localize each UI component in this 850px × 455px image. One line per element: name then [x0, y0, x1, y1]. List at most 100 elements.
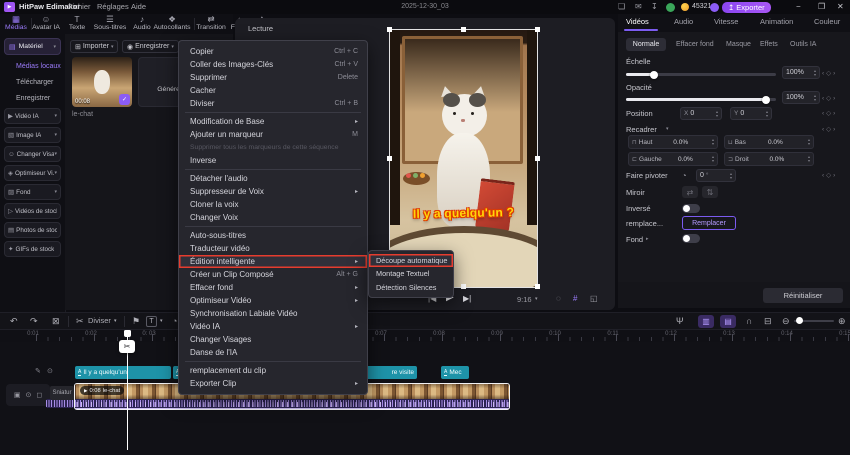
- sidebar-item-videos-de-stock[interactable]: ▷ Vidéos de stock: [4, 203, 61, 219]
- player-tab[interactable]: Lecture: [248, 24, 273, 33]
- aspect-ratio-select[interactable]: 9:16: [517, 295, 532, 304]
- divide-button[interactable]: Diviser: [88, 313, 111, 329]
- selection-handle[interactable]: [387, 156, 392, 161]
- stepper-icon[interactable]: ▴ ▾: [709, 138, 714, 145]
- pencil-icon[interactable]: ✎: [35, 367, 41, 375]
- playhead-scissors-badge[interactable]: ✂: [119, 340, 135, 353]
- video-canvas[interactable]: Il y a quelqu'un ?: [389, 29, 538, 288]
- stepper-icon[interactable]: ▴ ▾: [811, 69, 816, 76]
- background-toggle[interactable]: [682, 234, 700, 243]
- crop-left-field[interactable]: ⊏ Gauche 0.0% ▴ ▾: [628, 152, 718, 166]
- menu-item-traducteur-video[interactable]: Traducteur vidéo: [179, 242, 367, 255]
- trash-icon[interactable]: ⊠: [52, 313, 60, 329]
- sidebar-item-gifs-de-stock[interactable]: ✦ GIFs de stock: [4, 241, 61, 257]
- close-button[interactable]: ✕: [837, 0, 844, 14]
- crop-label[interactable]: Recadrer: [626, 125, 657, 134]
- subtitle-segment[interactable]: A Mec: [441, 366, 469, 379]
- eye-icon[interactable]: ⊙: [47, 367, 53, 375]
- menu-item-exporter-clip[interactable]: Exporter Clip ▸: [179, 377, 367, 390]
- subtab-masque[interactable]: Masque: [726, 41, 751, 48]
- rotate-dial-icon[interactable]: ◔: [682, 171, 687, 180]
- menu-item-copier[interactable]: Copier Ctrl + C: [179, 45, 367, 58]
- crop-top-field[interactable]: ⊓ Haut 0.0% ▴ ▾: [628, 135, 718, 149]
- menu-item-supprimer[interactable]: Supprimer Delete: [179, 71, 367, 84]
- replace-button[interactable]: Remplacer: [682, 216, 736, 230]
- download-icon[interactable]: ↧: [651, 0, 658, 14]
- crop-keyframe-controls[interactable]: ‹◇›: [822, 125, 837, 133]
- rotate-keyframe-controls[interactable]: ‹◇›: [822, 171, 837, 179]
- sidebar-item-fond[interactable]: ▨ Fond ▾: [4, 184, 61, 200]
- tab-animation[interactable]: Animation: [760, 17, 793, 26]
- selection-handle[interactable]: [535, 156, 540, 161]
- tab-audio[interactable]: Audio: [674, 17, 693, 26]
- tab-vitesse[interactable]: Vitesse: [714, 17, 738, 26]
- tab-videos[interactable]: Vidéos: [626, 17, 649, 26]
- device-icon[interactable]: ❏: [618, 0, 625, 14]
- selection-handle[interactable]: [535, 27, 540, 32]
- undo-icon[interactable]: ↶: [10, 313, 18, 329]
- link-icon[interactable]: ⊟: [764, 313, 772, 329]
- sidebar-item-optimiseur-vi[interactable]: ◈ Optimiseur Vi... ▾: [4, 165, 61, 181]
- stepper-icon[interactable]: ▴ ▾: [727, 172, 732, 179]
- opacity-keyframe-controls[interactable]: ‹◇›: [822, 94, 837, 102]
- crop-bottom-field[interactable]: ⊔ Bas 0.0% ▴ ▾: [724, 135, 814, 149]
- submenu-item-decoupe-automatique[interactable]: Découpe automatique: [369, 254, 453, 268]
- crop-right-field[interactable]: ⊐ Droit 0.0% ▴ ▾: [724, 152, 814, 166]
- subtab-normale[interactable]: Normale: [626, 38, 666, 51]
- stepper-icon[interactable]: ▴ ▾: [709, 155, 714, 162]
- snapshot-icon[interactable]: ◌: [556, 294, 561, 303]
- position-y-field[interactable]: Y0 ▴ ▾: [730, 107, 772, 120]
- eye-icon[interactable]: ⊙: [25, 391, 31, 399]
- scissors-icon[interactable]: ✂: [76, 313, 84, 329]
- next-frame-button[interactable]: ▶|: [463, 294, 471, 303]
- mirror-vertical-button[interactable]: ⇅: [702, 186, 718, 198]
- menu-item-detacher-l-audio[interactable]: Détacher l'audio: [179, 172, 367, 185]
- position-x-field[interactable]: X0 ▴ ▾: [680, 107, 722, 120]
- menu-item-coller-des-images-cles[interactable]: Coller des Images-Clés Ctrl + V: [179, 58, 367, 71]
- menu-item-edition-intelligente[interactable]: Édition intelligente ▸: [179, 255, 367, 268]
- menu-reglages[interactable]: Réglages: [97, 0, 129, 14]
- menu-item-video-ia[interactable]: Vidéo IA ▸: [179, 320, 367, 333]
- scale-value-field[interactable]: 100% ▴ ▾: [782, 66, 820, 79]
- sidebar-item-photos-de-stock[interactable]: ▤ Photos de stock: [4, 222, 61, 238]
- feedback-icon[interactable]: ✉: [635, 0, 642, 14]
- menu-item-danse-de-l-ia[interactable]: Danse de l'IA: [179, 346, 367, 359]
- marker-icon[interactable]: ⚑: [132, 313, 140, 329]
- selection-handle[interactable]: [461, 284, 466, 289]
- menu-item-inverse[interactable]: Inverse: [179, 154, 367, 167]
- sidebar-item-materiel[interactable]: ▤ Matériel ▾: [4, 38, 61, 55]
- menu-item-diviser[interactable]: Diviser Ctrl + B: [179, 97, 367, 110]
- inverse-toggle[interactable]: [682, 204, 700, 213]
- zoom-in-icon[interactable]: ⊕: [838, 313, 846, 329]
- audio-clip-stub[interactable]: [46, 399, 74, 408]
- subtab-effets[interactable]: Effets: [760, 41, 778, 48]
- toolbar-item-audio[interactable]: ♪ Audio: [133, 15, 150, 32]
- sidebar-item-medias-locaux[interactable]: Médias locaux: [16, 60, 61, 72]
- stepper-icon[interactable]: ▴ ▾: [811, 94, 816, 101]
- rotate-value-field[interactable]: 0 ° ▴ ▾: [696, 169, 736, 182]
- zoom-out-icon[interactable]: ⊖: [782, 313, 790, 329]
- selection-handle[interactable]: [387, 27, 392, 32]
- timeline-zoom-knob[interactable]: [796, 317, 803, 324]
- export-button[interactable]: ↥ Exporter: [722, 1, 771, 13]
- submenu-item-detection-silences[interactable]: Détection Silences: [369, 281, 453, 294]
- text-tool-icon[interactable]: T: [146, 316, 157, 327]
- toolbar-item-autocollants[interactable]: ❖ Autocollants: [153, 15, 190, 32]
- fullscreen-icon[interactable]: ◱: [590, 294, 598, 303]
- menu-item-auto-sous-titres[interactable]: Auto-sous-titres: [179, 229, 367, 242]
- user-avatar-purple[interactable]: [710, 2, 719, 12]
- stepper-icon[interactable]: ▴ ▾: [763, 110, 768, 117]
- sidebar-item-enregistrer[interactable]: Enregistrer: [16, 92, 50, 104]
- toolbar-item-sous-titres[interactable]: ☰ Sous-titres: [94, 15, 126, 32]
- clip-stub[interactable]: Sniatur: [50, 386, 74, 400]
- menu-aide[interactable]: Aide: [131, 0, 146, 14]
- selection-handle[interactable]: [461, 27, 466, 32]
- submenu-item-montage-textuel[interactable]: Montage Textuel: [369, 267, 453, 280]
- menu-item-creer-un-clip-compose[interactable]: Créer un Clip Composé Alt + G: [179, 268, 367, 281]
- menu-item-remplacement-du-clip[interactable]: remplacement du clip: [179, 364, 367, 377]
- redo-icon[interactable]: ↷: [30, 313, 38, 329]
- sidebar-item-changer-visa[interactable]: ☺Changer Visa...▾: [4, 146, 61, 162]
- menu-fichier[interactable]: Fichier: [68, 0, 91, 14]
- menu-item-ajouter-un-marqueur[interactable]: Ajouter un marqueur M: [179, 128, 367, 141]
- magnet-icon[interactable]: ∩: [746, 313, 752, 329]
